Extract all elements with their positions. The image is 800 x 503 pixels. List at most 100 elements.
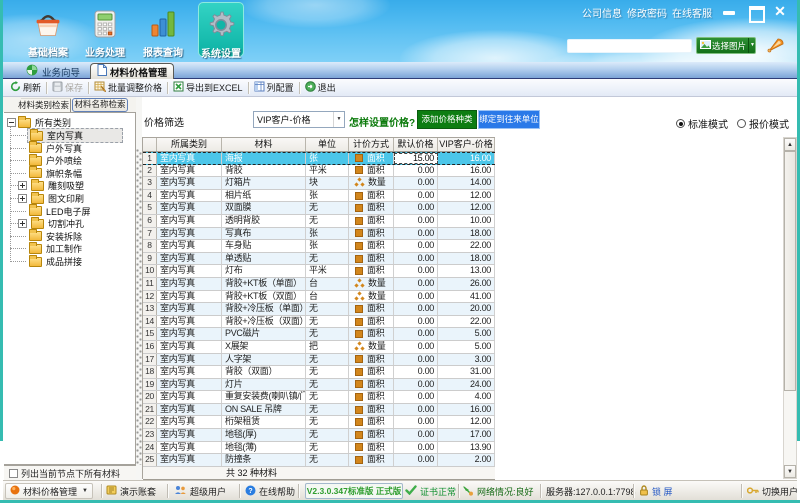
table-cell[interactable]: 室内写真 [157,291,222,303]
table-cell[interactable]: 0.00 [394,240,438,252]
table-cell[interactable]: 室内写真 [157,341,222,353]
table-cell[interactable]: 重复安装费(喇叭镇/门头 [222,391,306,403]
table-cell[interactable]: 41.00 [438,291,495,303]
price-help-link[interactable]: 怎样设置价格? [349,114,415,129]
table-cell[interactable]: 0.00 [394,404,438,416]
table-row[interactable]: 25室内写真防撞条无面积0.002.00 [143,454,495,467]
table-cell[interactable]: 背胶+KT板（单面） [222,278,306,290]
table-cell[interactable]: 面积 [349,253,394,265]
table-cell[interactable]: 无 [306,303,349,315]
table-cell[interactable]: 写真布 [222,228,306,240]
table-cell[interactable]: 面积 [349,228,394,240]
column-config-button[interactable]: 列配置 [251,81,297,95]
tree-item-4[interactable]: 旗帜条幅 [27,167,84,180]
table-cell[interactable]: 16.00 [438,153,495,164]
status-online-help[interactable]: ? 在线帮助 [245,481,295,501]
tab-material-price-management[interactable]: 材料价格管理 [90,63,174,79]
table-cell[interactable]: 相片纸 [222,190,306,202]
table-cell[interactable]: 0.00 [394,429,438,441]
table-cell[interactable]: 地毯(薄) [222,442,306,454]
tree-item-3[interactable]: 户外喷绘 [27,154,84,167]
tree-item-7[interactable]: LED电子屏 [27,205,93,218]
row-number-cell[interactable]: 10 [143,265,157,277]
table-cell[interactable]: 18.00 [438,228,495,240]
row-number-cell[interactable]: 8 [143,240,157,252]
table-row[interactable]: 13室内写真背胶+冷压板（单面）无面积0.0020.00 [143,303,495,316]
table-cell[interactable]: 室内写真 [157,404,222,416]
table-cell[interactable]: 无 [306,416,349,428]
table-cell[interactable]: 0.00 [394,177,438,189]
column-header[interactable]: 单位 [306,138,349,151]
tree-item-11[interactable]: 成品拼接 [27,255,84,268]
table-row[interactable]: 14室内写真背胶+冷压板（双面）无面积0.0022.00 [143,316,495,329]
menu-item-business[interactable]: 业务处理 [82,2,128,57]
table-cell[interactable]: 室内写真 [157,240,222,252]
table-cell[interactable]: 透明背胶 [222,215,306,227]
table-cell[interactable]: 室内写真 [157,316,222,328]
table-cell[interactable]: 无 [306,429,349,441]
table-cell[interactable]: 12.00 [438,190,495,202]
table-cell[interactable]: 室内写真 [157,215,222,227]
table-cell[interactable]: 背胶+KT板（双面） [222,291,306,303]
table-cell[interactable]: ON SALE 吊牌 [222,404,306,416]
table-row[interactable]: 1室内写真海报张面积15.0016.00 [143,152,495,165]
row-number-cell[interactable]: 14 [143,316,157,328]
tab-business-wizard[interactable]: 业务向导 [26,64,80,79]
table-cell[interactable]: 0.00 [394,291,438,303]
row-number-cell[interactable]: 22 [143,416,157,428]
table-cell[interactable]: 16.00 [438,165,495,177]
row-number-cell[interactable]: 12 [143,291,157,303]
table-cell[interactable]: 3.00 [438,354,495,366]
column-header[interactable]: 计价方式 [349,138,394,151]
table-cell[interactable]: 背胶+冷压板（双面） [222,316,306,328]
table-cell[interactable]: 面积 [349,202,394,214]
table-cell[interactable]: 室内写真 [157,177,222,189]
table-cell[interactable]: 22.00 [438,240,495,252]
table-cell[interactable]: 数量 [349,341,394,353]
row-number-cell[interactable]: 6 [143,215,157,227]
status-user[interactable]: 超级用户 [174,481,226,501]
table-row[interactable]: 11室内写真背胶+KT板（单面）台数量0.0026.00 [143,278,495,291]
table-cell[interactable]: 无 [306,366,349,378]
table-cell[interactable]: 无 [306,316,349,328]
table-cell[interactable]: 防撞条 [222,454,306,466]
table-cell[interactable]: 无 [306,202,349,214]
table-cell[interactable]: 平米 [306,165,349,177]
table-cell[interactable]: 无 [306,328,349,340]
table-cell[interactable]: 0.00 [394,366,438,378]
table-cell[interactable]: 海报 [222,153,306,164]
table-cell[interactable]: 5.00 [438,328,495,340]
table-cell[interactable]: 无 [306,391,349,403]
table-cell[interactable]: 室内写真 [157,391,222,403]
table-cell[interactable]: 灯布 [222,265,306,277]
table-cell[interactable]: 室内写真 [157,228,222,240]
horn-icon[interactable] [766,35,786,57]
column-header[interactable]: 材料 [222,138,306,151]
table-cell[interactable]: 24.00 [438,379,495,391]
table-cell[interactable]: 面积 [349,454,394,466]
table-cell[interactable]: 面积 [349,190,394,202]
tab-material-name-search[interactable]: 材料名称检索 [72,98,128,112]
list-all-materials-option[interactable]: 列出当前节点下所有材料 [4,465,136,480]
row-number-cell[interactable]: 5 [143,202,157,214]
table-cell[interactable]: PVC磁片 [222,328,306,340]
table-cell[interactable]: 0.00 [394,379,438,391]
table-cell[interactable]: 18.00 [438,253,495,265]
image-path-input[interactable] [567,39,692,53]
table-row[interactable]: 16室内写真X展架把数量0.005.00 [143,341,495,354]
table-cell[interactable]: 面积 [349,391,394,403]
table-cell[interactable]: 0.00 [394,228,438,240]
table-cell[interactable]: 背胶+冷压板（单面） [222,303,306,315]
table-cell[interactable]: 面积 [349,153,394,164]
table-cell[interactable]: 灯箱片 [222,177,306,189]
table-row[interactable]: 5室内写真双面膜无面积0.0012.00 [143,202,495,215]
table-cell[interactable]: 人字架 [222,354,306,366]
table-cell[interactable]: 面积 [349,265,394,277]
table-row[interactable]: 23室内写真地毯(厚)无面积0.0017.00 [143,429,495,442]
table-cell[interactable]: 0.00 [394,454,438,466]
table-cell[interactable]: 0.00 [394,190,438,202]
row-number-cell[interactable]: 21 [143,404,157,416]
table-cell[interactable]: 4.00 [438,391,495,403]
link-online-service[interactable]: 在线客服 [672,5,712,20]
table-cell[interactable]: 面积 [349,354,394,366]
